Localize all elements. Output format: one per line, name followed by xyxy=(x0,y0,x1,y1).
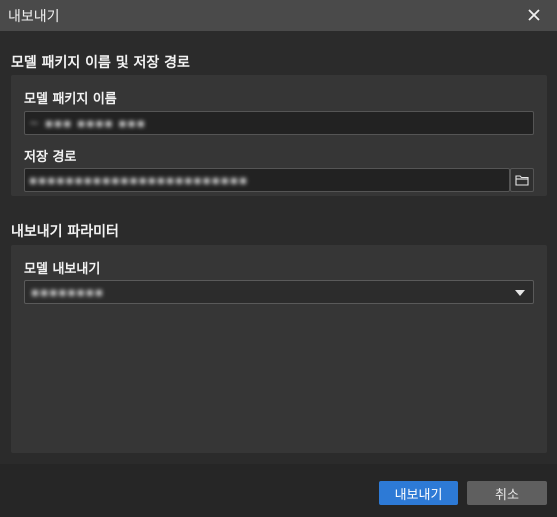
save-path-value: ▪▪▪▪▪▪▪▪▪▪▪▪▪▪▪▪▪▪▪▪▪▪▪▪ xyxy=(29,173,249,187)
save-path-label: 저장 경로 xyxy=(24,150,77,165)
folder-icon xyxy=(515,175,529,186)
package-name-label: 모델 패키지 이름 xyxy=(24,92,117,107)
params-panel: 모델 내보내기 ▪▪▪▪▪▪▪▪ xyxy=(11,245,547,453)
window-title: 내보내기 xyxy=(8,9,60,25)
export-dialog-body: 모델 패키지 이름 및 저장 경로 모델 패키지 이름 ~ ▪▪▪ ▪▪▪▪ ▪… xyxy=(0,31,557,517)
close-icon xyxy=(528,9,540,21)
browse-folder-button[interactable] xyxy=(510,168,534,192)
dialog-footer: 내보내기 취소 xyxy=(0,464,557,517)
section-title-package: 모델 패키지 이름 및 저장 경로 xyxy=(11,55,190,71)
chevron-down-icon xyxy=(515,290,525,296)
package-name-value: ~ ▪▪▪ ▪▪▪▪ ▪▪▪ xyxy=(29,116,146,130)
title-bar: 내보내기 xyxy=(0,0,557,31)
export-button[interactable]: 내보내기 xyxy=(379,481,458,505)
package-name-input[interactable]: ~ ▪▪▪ ▪▪▪▪ ▪▪▪ xyxy=(24,111,534,135)
model-export-label: 모델 내보내기 xyxy=(24,262,101,277)
cancel-button[interactable]: 취소 xyxy=(467,481,547,505)
save-path-input[interactable]: ▪▪▪▪▪▪▪▪▪▪▪▪▪▪▪▪▪▪▪▪▪▪▪▪ xyxy=(24,168,510,192)
close-button[interactable] xyxy=(522,3,546,27)
model-export-select[interactable]: ▪▪▪▪▪▪▪▪ xyxy=(24,280,534,304)
section-title-params: 내보내기 파라미터 xyxy=(11,224,119,240)
package-panel: 모델 패키지 이름 ~ ▪▪▪ ▪▪▪▪ ▪▪▪ 저장 경로 ▪▪▪▪▪▪▪▪▪… xyxy=(11,75,547,196)
model-export-value: ▪▪▪▪▪▪▪▪ xyxy=(31,285,105,299)
